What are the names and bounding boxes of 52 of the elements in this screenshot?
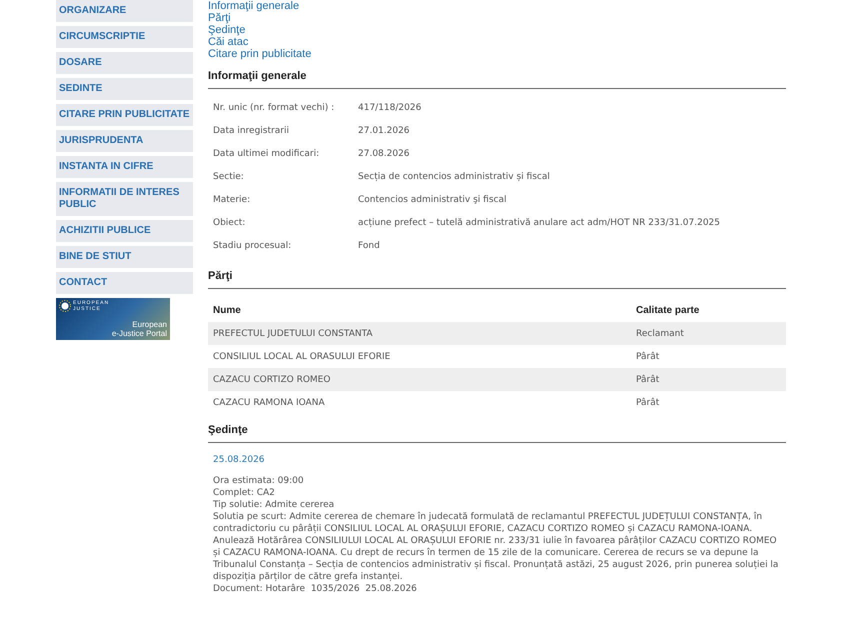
field-value: Secția de contencios administrativ și fiscal [358, 171, 551, 184]
section-link[interactable]: Căi atac [208, 36, 248, 48]
table-cell-text: Reclamant [636, 328, 685, 338]
sidebar-nav-link[interactable]: CITARE PRIN PUBLICITATE [56, 104, 193, 126]
column-header: Nume [213, 305, 242, 316]
hearing-detail: Ora estimata: 09:00 [213, 475, 305, 487]
sidebar-nav-link[interactable]: BINE DE STIUT [56, 246, 193, 268]
section-heading: Şedinţe [208, 424, 248, 436]
banner-title: European [131, 320, 167, 329]
sidebar-nav-link[interactable]: CONTACT [56, 272, 193, 294]
field-label: Obiect: [213, 217, 246, 230]
field-label: Nr. unic (nr. format vechi) : [213, 102, 336, 115]
sidebar-nav-link[interactable]: CIRCUMSCRIPTIE [56, 26, 193, 48]
hearing-detail: Tip solutie: Admite cererea [213, 499, 336, 511]
sidebar-nav-link[interactable]: INSTANTA IN CIFRE [56, 156, 193, 178]
field-label: Materie: [213, 194, 252, 207]
section-heading: Informaţii generale [208, 70, 306, 82]
sidebar-nav-link[interactable]: SEDINTE [56, 78, 193, 100]
sidebar-nav-link[interactable]: ACHIZITII PUBLICE [56, 220, 193, 242]
section-heading: Părţi [208, 270, 232, 282]
table-cell-text: PREFECTUL JUDETULUI CONSTANTA [213, 328, 374, 338]
hearing-detail: Document: Hotarâre 1035/2026 25.08.2026 [213, 583, 418, 595]
table-cell-text: Pârât [636, 352, 660, 362]
field-label: Data ultimei modificari: [213, 148, 320, 161]
e-logo-icon [59, 300, 71, 312]
banner-subtitle: e-Justice Portal [110, 329, 167, 338]
sidebar-nav-link[interactable]: DOSARE [56, 52, 193, 74]
column-header: Calitate parte [636, 305, 700, 316]
field-value: 27.01.2026 [358, 125, 411, 138]
field-label: Stadiu procesual: [213, 240, 292, 253]
sidebar-nav-link[interactable]: ORGANIZARE [56, 0, 193, 22]
section-link[interactable]: Citare prin publicitate [208, 48, 312, 60]
field-value: Fond [358, 240, 381, 253]
sidebar-nav-link[interactable]: JURISPRUDENTA [56, 130, 193, 152]
table-cell-text: Pârât [636, 374, 660, 384]
table-cell-text: CONSILIUL LOCAL AL ORASULUI EFORIE [213, 352, 392, 362]
hearing-date: 25.08.2026 [213, 455, 265, 465]
field-value: 417/118/2026 [358, 102, 422, 115]
hearing-detail: Complet: CA2 [213, 487, 276, 499]
section-link[interactable]: Şedinţe [208, 24, 246, 36]
table-cell-text: Pârât [636, 398, 660, 408]
field-value: 27.08.2026 [358, 148, 411, 161]
section-link[interactable]: Părţi [208, 12, 231, 24]
sidebar-nav-link[interactable]: INFORMATII DE INTERES PUBLIC [56, 182, 193, 216]
field-value: acțiune prefect – tutelă administrativă anulare act adm/HOT NR 233/31.07.2025 [358, 217, 722, 230]
field-label: Data inregistrarii [213, 125, 290, 138]
section-link[interactable]: Informaţii generale [208, 0, 300, 12]
field-value: Contencios administrativ şi fiscal [358, 194, 508, 207]
table-cell-text: CAZACU CORTIZO ROMEO [213, 374, 332, 384]
hearing-detail: Solutia pe scurt: Admite cererea de chemare în judecată formulată de reclamantul PREFECTUL JUDEȚULUI CONSTANȚA, în contradictoriu cu pârâții CONSILIUL LOCAL AL ORAȘULUI EFORIE, CAZACU CORTIZO ROMEO și CAZACU RAMONA-IOANA. Anulează Hotărârea CONSILIULUI LOCAL AL ORAȘULUI EFORIE nr. 233/31 iulie în favoarea pârâților CAZACU CORTIZO ROMEO și CAZACU RAMONA-IOANA. Cu drept de recurs în termen de 15 zile de la comunicare. Cererea de recurs se va depune la Tribunalul Constanța – Secția de contencios administrativ și fiscal. Pronunțată astăzi, 25 august 2026, prin punerea soluției la dispoziția părților de către grefa instanței. [213, 511, 780, 583]
field-label: Sectie: [213, 171, 245, 184]
table-cell-text: CAZACU RAMONA IOANA [213, 398, 326, 408]
